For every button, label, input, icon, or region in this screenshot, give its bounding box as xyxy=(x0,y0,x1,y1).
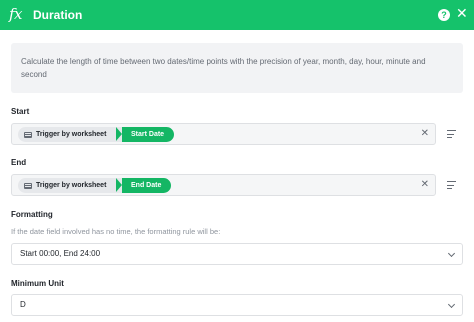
start-source-chip: Trigger by worksheet xyxy=(18,127,123,142)
minimum-unit-value: D xyxy=(20,300,26,309)
formatting-select[interactable]: Start 00:00, End 24:00 xyxy=(11,243,463,265)
start-field-chip[interactable]: Start Date xyxy=(115,127,175,142)
start-field-picker-icon[interactable] xyxy=(442,124,462,144)
minimum-unit-select[interactable]: D xyxy=(11,294,463,316)
start-source-chip-label: Trigger by worksheet xyxy=(36,131,107,138)
close-icon[interactable]: ✕ xyxy=(456,6,468,22)
dialog-title: Duration xyxy=(33,8,83,22)
dialog-header: fx Duration ? ✕ xyxy=(0,0,474,30)
formatting-label: Formatting xyxy=(11,210,53,219)
question-icon[interactable]: ? xyxy=(438,9,450,21)
end-field-picker-icon[interactable] xyxy=(442,175,462,195)
clear-start-icon[interactable]: ✕ xyxy=(421,128,429,140)
end-source-chip-label: Trigger by worksheet xyxy=(36,182,107,189)
function-description: Calculate the length of time between two… xyxy=(11,43,463,93)
formatting-value: Start 00:00, End 24:00 xyxy=(20,249,101,258)
worksheet-icon xyxy=(24,182,32,189)
chevron-down-icon xyxy=(447,249,456,258)
fx-icon: fx xyxy=(9,5,23,23)
start-input[interactable]: Trigger by worksheet Start Date ✕ xyxy=(11,123,436,145)
worksheet-icon xyxy=(24,131,32,138)
end-field-chip[interactable]: End Date xyxy=(115,178,172,193)
end-field-chip-label: End Date xyxy=(131,182,162,189)
formatting-hint: If the date field involved has no time, … xyxy=(11,227,221,236)
start-label: Start xyxy=(11,107,30,116)
end-source-chip: Trigger by worksheet xyxy=(18,178,123,193)
end-label: End xyxy=(11,158,27,167)
clear-end-icon[interactable]: ✕ xyxy=(421,179,429,191)
minimum-unit-label: Minimum Unit xyxy=(11,279,64,288)
chevron-down-icon xyxy=(447,300,456,309)
end-input[interactable]: Trigger by worksheet End Date ✕ xyxy=(11,174,436,196)
start-field-chip-label: Start Date xyxy=(131,131,165,138)
